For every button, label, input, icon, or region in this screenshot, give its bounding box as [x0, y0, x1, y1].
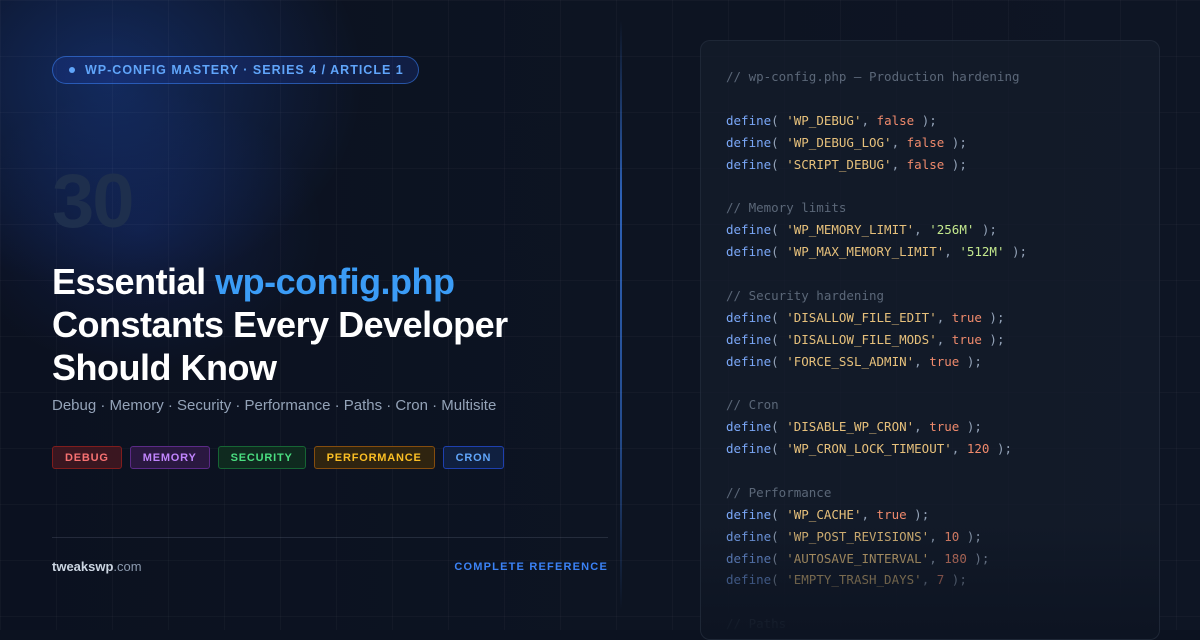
code-line: define( 'WP_DEBUG_LOG', false );	[726, 134, 967, 150]
code-function: define	[726, 134, 772, 150]
code-function: define	[726, 309, 772, 325]
code-function: define	[726, 244, 772, 260]
site-name-main: tweakswp	[52, 559, 114, 574]
code-line: define( 'WP_MEMORY_LIMIT', '256M' );	[726, 222, 997, 238]
code-line: define( 'FORCE_SSL_ADMIN', true );	[726, 353, 982, 369]
code-constant-value: false	[906, 156, 945, 172]
code-line: define( 'WP_MAX_MEMORY_LIMIT', '512M' );	[726, 244, 1028, 260]
code-constant-value: 10	[944, 528, 960, 544]
code-constant-name: 'WP_POST_REVISIONS'	[786, 528, 930, 544]
series-badge: WP-CONFIG MASTERY · SERIES 4 / ARTICLE 1	[52, 56, 419, 84]
code-constant-name: 'WP_DEBUG'	[786, 112, 862, 128]
vertical-divider	[620, 20, 622, 610]
code-function: define	[726, 441, 772, 457]
code-line: // Performance	[726, 482, 1159, 504]
code-constant-name: 'DISALLOW_FILE_MODS'	[786, 331, 937, 347]
code-line: define( 'SCRIPT_DEBUG', false );	[726, 156, 967, 172]
site-name[interactable]: tweakswp.com	[52, 559, 142, 574]
code-constant-name: 'FORCE_SSL_ADMIN'	[786, 353, 915, 369]
title-line3: Should Know	[52, 347, 277, 388]
tag-debug: DEBUG	[52, 446, 122, 469]
code-constant-value: true	[929, 353, 960, 369]
tag-performance: PERFORMANCE	[313, 446, 435, 469]
code-function: define	[726, 156, 772, 172]
code-constant-value: false	[876, 112, 915, 128]
code-line: define( 'WP_CACHE', true );	[726, 506, 930, 522]
code-comment: // Memory limits	[726, 200, 847, 216]
code-comment: // Security hardening	[726, 287, 885, 303]
code-constant-name: 'AUTOSAVE_INTERVAL'	[786, 550, 930, 566]
tag-list: DEBUG MEMORY SECURITY PERFORMANCE CRON	[52, 446, 505, 469]
code-function: define	[726, 112, 772, 128]
code-constant-value: '512M'	[959, 244, 1005, 260]
title-accent: wp-config.php	[215, 261, 455, 302]
reference-label: COMPLETE REFERENCE	[454, 561, 608, 573]
tag-cron: CRON	[442, 446, 505, 469]
code-constant-name: 'SCRIPT_DEBUG'	[786, 156, 892, 172]
series-label: WP-CONFIG MASTERY · SERIES 4 / ARTICLE 1	[85, 63, 404, 77]
code-constant-value: true	[951, 331, 982, 347]
code-constant-value: 120	[966, 441, 990, 457]
footer-divider	[52, 537, 608, 538]
code-function: define	[726, 222, 772, 238]
code-constant-value: 180	[944, 550, 967, 566]
code-panel: // wp-config.php — Production hardening …	[700, 40, 1160, 640]
code-line: define( 'DISABLE_WP_CRON', true );	[726, 419, 982, 435]
code-constant-value: true	[929, 419, 960, 435]
code-line: // Security hardening	[726, 285, 1159, 307]
code-line: define( 'DISALLOW_FILE_MODS', true );	[726, 331, 1005, 347]
big-number: 30	[52, 159, 135, 244]
code-function: define	[726, 353, 772, 369]
code-constant-name: 'WP_CRON_LOCK_TIMEOUT'	[786, 441, 952, 457]
code-line: // Memory limits	[726, 197, 1159, 219]
tag-security: SECURITY	[217, 446, 306, 469]
code-constant-name: 'WP_MEMORY_LIMIT'	[786, 222, 915, 238]
code-line: define( 'AUTOSAVE_INTERVAL', 180 );	[726, 550, 990, 566]
code-comment: // Cron	[726, 397, 779, 413]
code-constant-value: '256M'	[929, 222, 975, 238]
code-constant-name: 'DISABLE_WP_CRON'	[786, 419, 915, 435]
code-constant-name: 'DISALLOW_FILE_EDIT'	[786, 309, 937, 325]
code-comment: // Performance	[726, 484, 832, 500]
code-line: define( 'DISALLOW_FILE_EDIT', true );	[726, 309, 1005, 325]
code-line: define( 'EMPTY_TRASH_DAYS', 7 );	[726, 572, 967, 588]
code-line: define( 'WP_DEBUG', false );	[726, 112, 937, 128]
tag-memory: MEMORY	[129, 446, 210, 469]
code-function: define	[726, 550, 772, 566]
code-constant-name: 'WP_CACHE'	[786, 506, 862, 522]
code-constant-name: 'EMPTY_TRASH_DAYS'	[786, 572, 922, 588]
title-line2: Constants Every Developer	[52, 304, 508, 345]
series-dot-icon	[69, 67, 75, 73]
code-constant-value: false	[906, 134, 945, 150]
code-line: // Paths	[726, 613, 1159, 635]
code-line: // Cron	[726, 394, 1159, 416]
code-function: define	[726, 419, 772, 435]
code-constant-value: true	[951, 309, 982, 325]
code-line: // wp-config.php — Production hardening	[726, 66, 1159, 88]
code-function: define	[726, 528, 772, 544]
subtitle: Debug · Memory · Security · Performance …	[52, 397, 497, 414]
code-function: define	[726, 506, 772, 522]
code-function: define	[726, 331, 772, 347]
code-line: define( 'WP_POST_REVISIONS', 10 );	[726, 528, 982, 544]
code-constant-name: 'WP_MAX_MEMORY_LIMIT'	[786, 244, 945, 260]
code-constant-value: true	[876, 506, 907, 522]
code-line: define( 'WP_CRON_LOCK_TIMEOUT', 120 );	[726, 441, 1013, 457]
code-comment: // wp-config.php — Production hardening	[726, 69, 1020, 84]
code-constant-name: 'WP_DEBUG_LOG'	[786, 134, 892, 150]
title-part1: Essential	[52, 261, 216, 302]
site-name-tld: .com	[113, 559, 142, 574]
code-function: define	[726, 572, 772, 588]
page-title: Essential wp-config.php Constants Every …	[52, 260, 612, 389]
code-comment: // Paths	[726, 616, 787, 632]
